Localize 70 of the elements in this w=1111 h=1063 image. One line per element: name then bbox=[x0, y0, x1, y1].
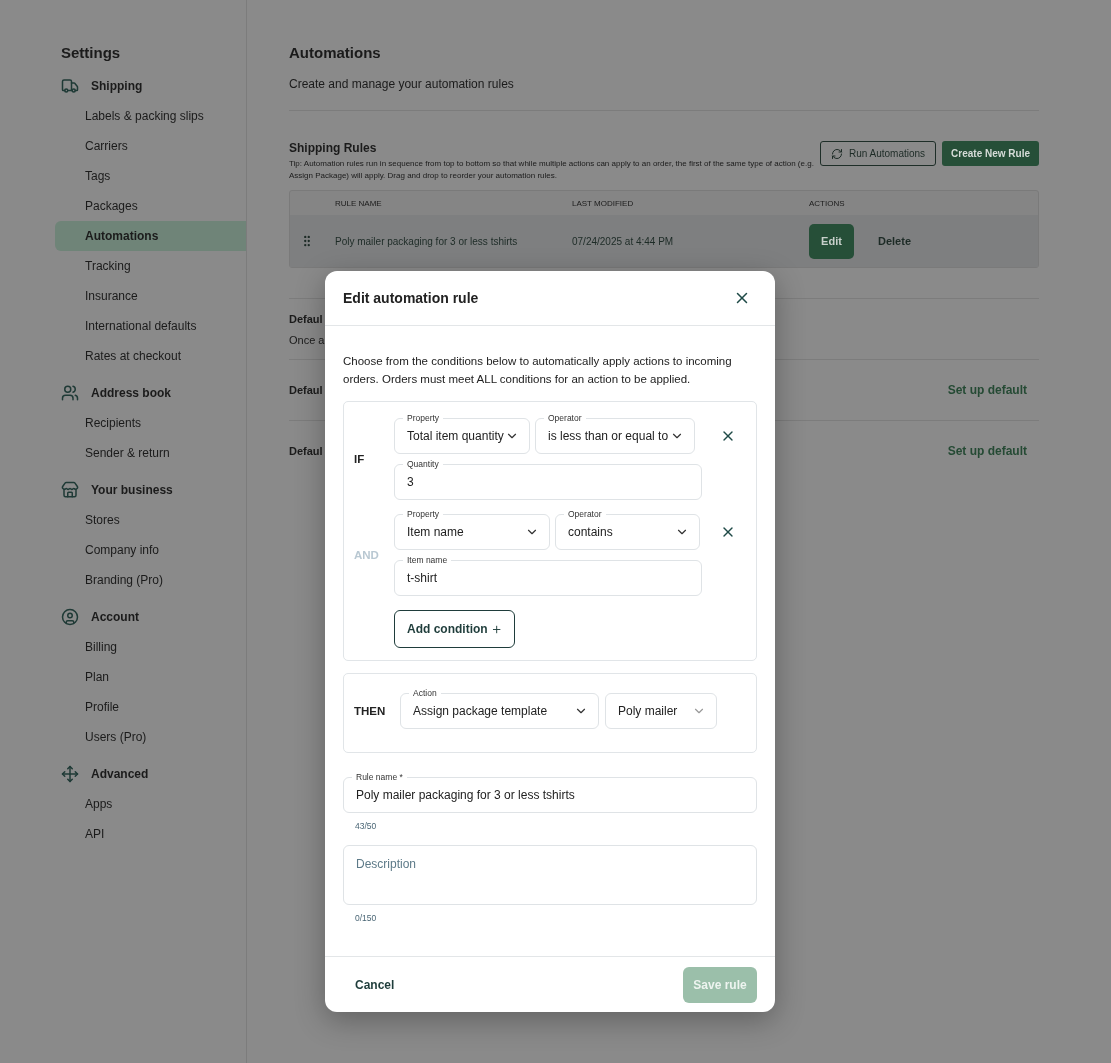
column-header: RULE NAME bbox=[335, 198, 383, 208]
edit-button[interactable]: Edit bbox=[809, 223, 854, 259]
default-title: Defaul bbox=[289, 384, 323, 396]
page-subtitle: Create and manage your automation rules bbox=[289, 77, 1039, 111]
dialog-title: Edit automation rule bbox=[343, 290, 479, 306]
default-title: Defaul bbox=[289, 445, 323, 457]
field-label: Operator bbox=[564, 508, 606, 520]
description-field[interactable]: Description bbox=[343, 845, 757, 905]
field-label: Rule name * bbox=[352, 771, 407, 783]
user-circle-icon bbox=[61, 608, 79, 626]
default-text: Once a bbox=[289, 333, 325, 346]
sidebar-item[interactable]: Recipients bbox=[55, 408, 246, 438]
sidebar-group-label: Your business bbox=[91, 483, 173, 497]
run-automations-button[interactable]: Run Automations bbox=[819, 141, 937, 166]
table-cell-text: Poly mailer packaging for 3 or less tshirts bbox=[335, 235, 519, 247]
sidebar-group-label: Account bbox=[91, 610, 139, 624]
sidebar-item[interactable]: Tracking bbox=[55, 251, 246, 281]
condition-connector: AND bbox=[354, 549, 380, 561]
sidebar-item[interactable]: Users (Pro) bbox=[55, 722, 246, 752]
set-up-default-link[interactable]: Set up default bbox=[947, 444, 1027, 458]
refresh-icon bbox=[830, 147, 843, 160]
sidebar-item[interactable]: Stores bbox=[55, 505, 246, 535]
package-select[interactable]: Poly mailer bbox=[605, 693, 717, 729]
delete-button[interactable]: Delete bbox=[878, 235, 912, 247]
sidebar-item[interactable]: Packages bbox=[55, 191, 246, 221]
sidebar-group-label: Advanced bbox=[91, 767, 149, 781]
field-label: Property bbox=[403, 508, 444, 520]
tip-text: Tip: Automation rules run in sequence from top to bottom so that while multiple actions can apply to an order, the first of the same type of action (e.g. Assign Package) will apply. Drag and drop to reorder your automation rules. bbox=[289, 158, 814, 182]
sidebar-item[interactable]: Branding (Pro) bbox=[55, 565, 246, 595]
add-condition-button[interactable]: Add condition bbox=[394, 610, 515, 648]
cancel-button[interactable]: Cancel bbox=[355, 977, 395, 992]
truck-icon bbox=[61, 77, 79, 95]
field-label: Quantity bbox=[403, 458, 443, 470]
column-header: ACTIONS bbox=[809, 198, 846, 208]
people-icon bbox=[61, 384, 79, 402]
create-rule-button[interactable]: Create New Rule bbox=[942, 141, 1039, 166]
field-label: Item name bbox=[403, 554, 452, 566]
sidebar-group-label: Shipping bbox=[91, 79, 143, 93]
sidebar-item[interactable]: Plan bbox=[55, 662, 246, 692]
condition-connector: IF bbox=[354, 453, 366, 465]
sidebar-item[interactable]: Apps bbox=[55, 789, 246, 819]
sidebar-item[interactable]: Profile bbox=[55, 692, 246, 722]
sidebar-item[interactable]: Billing bbox=[55, 632, 246, 662]
sidebar-title: Settings bbox=[61, 44, 122, 61]
field-label: Operator bbox=[544, 412, 586, 424]
sidebar-item[interactable]: Sender & return bbox=[55, 438, 246, 468]
arrows-icon bbox=[61, 765, 79, 783]
sidebar-item[interactable]: Insurance bbox=[55, 281, 246, 311]
field-label: Property bbox=[403, 412, 444, 424]
sidebar-item[interactable]: Rates at checkout bbox=[55, 341, 246, 371]
character-counter: 43/50 bbox=[355, 821, 378, 831]
set-up-default-link[interactable]: Set up default bbox=[947, 383, 1027, 397]
sidebar-item[interactable]: Tags bbox=[55, 161, 246, 191]
table-cell-text: 07/24/2025 at 4:44 PM bbox=[572, 235, 675, 247]
sidebar-item[interactable]: International defaults bbox=[55, 311, 246, 341]
sidebar-item[interactable]: API bbox=[55, 819, 246, 849]
section-title: Shipping Rules bbox=[289, 141, 378, 155]
page-title: Automations bbox=[289, 44, 382, 61]
field-label: Action bbox=[409, 687, 441, 699]
sidebar-item[interactable]: Carriers bbox=[55, 131, 246, 161]
dialog-intro: Choose from the conditions below to automatically apply actions to incoming orders. Orders must meet ALL conditions for an action to be applied. bbox=[343, 354, 733, 387]
character-counter: 0/150 bbox=[355, 913, 378, 923]
sidebar-group-label: Address book bbox=[91, 386, 171, 400]
sidebar-item[interactable]: Labels & packing slips bbox=[55, 101, 246, 131]
store-icon bbox=[61, 481, 79, 499]
column-header: LAST MODIFIED bbox=[572, 198, 635, 208]
sidebar-item[interactable]: Company info bbox=[55, 535, 246, 565]
sidebar-item[interactable]: Automations bbox=[55, 221, 246, 251]
default-title: Defaul bbox=[289, 312, 324, 325]
action-connector: THEN bbox=[354, 704, 387, 719]
